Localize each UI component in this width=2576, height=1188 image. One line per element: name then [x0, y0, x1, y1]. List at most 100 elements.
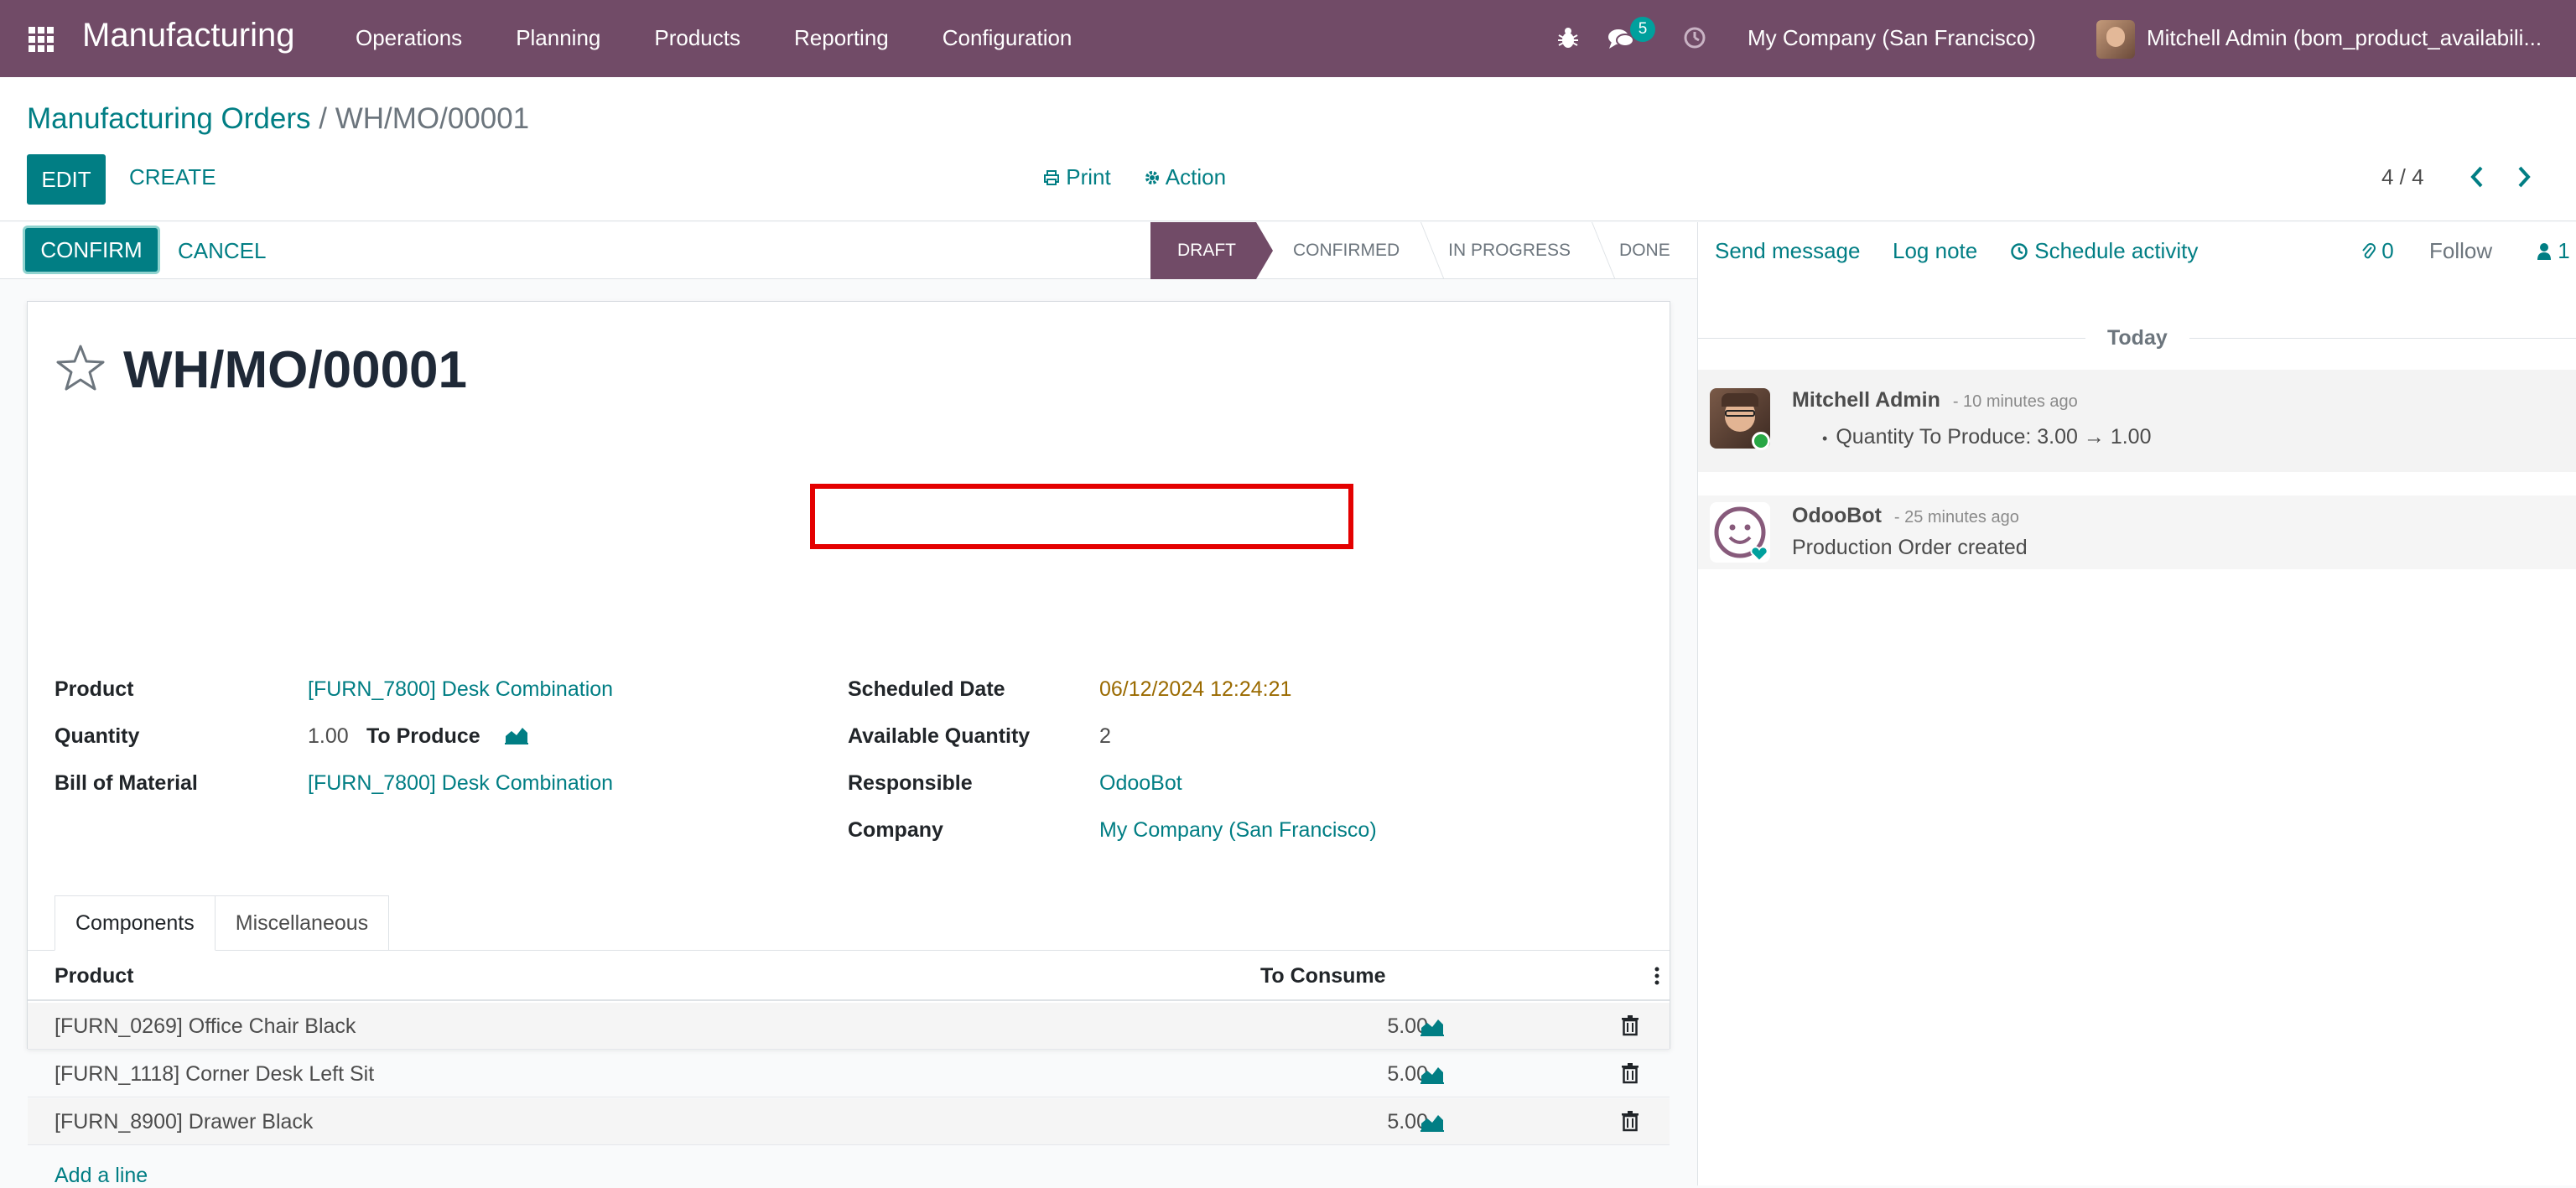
- message-author-line: Mitchell Admin - 10 minutes ago: [1792, 388, 2078, 412]
- forecast-chart-icon[interactable]: [1420, 1064, 1445, 1084]
- stage-draft: DRAFT: [1150, 222, 1273, 279]
- send-message-button[interactable]: Send message: [1715, 238, 1860, 264]
- activity-clock-icon[interactable]: [1682, 20, 1707, 57]
- log-note-button[interactable]: Log note: [1893, 238, 1977, 264]
- create-button[interactable]: CREATE: [129, 164, 216, 190]
- breadcrumb: Manufacturing Orders / WH/MO/00001: [27, 102, 529, 136]
- status-bar: CONFIRM CANCEL DRAFT CONFIRMED IN PROGRE…: [0, 222, 1697, 279]
- print-button[interactable]: Print: [1043, 164, 1111, 190]
- company-field[interactable]: My Company (San Francisco): [1099, 818, 1377, 843]
- action-button[interactable]: Action: [1144, 164, 1226, 190]
- chatter-message: OdooBot - 25 minutes ago Production Orde…: [1698, 495, 2576, 569]
- user-menu[interactable]: Mitchell Admin (bom_product_availabili..…: [2147, 25, 2549, 51]
- gear-icon: [1145, 171, 1159, 184]
- table-row[interactable]: [FURN_1118] Corner Desk Left Sit 5.00: [28, 1051, 1670, 1097]
- available-quantity-label: Available Quantity: [848, 724, 1031, 748]
- message-body: Production Order created: [1792, 536, 2028, 559]
- quantity-field[interactable]: 1.00: [308, 724, 349, 749]
- pager-previous-icon[interactable]: [2467, 164, 2487, 189]
- follow-button[interactable]: Follow: [2429, 238, 2492, 264]
- delete-trash-icon[interactable]: [1621, 1062, 1639, 1084]
- row-to-consume[interactable]: 5.00: [1311, 1110, 1428, 1134]
- breadcrumb-parent[interactable]: Manufacturing Orders: [27, 102, 310, 135]
- tab-components[interactable]: Components: [55, 895, 216, 951]
- product-label: Product: [55, 677, 134, 701]
- message-author[interactable]: OdooBot: [1792, 504, 1882, 527]
- column-to-consume[interactable]: To Consume: [1260, 964, 1386, 988]
- scheduled-date-label: Scheduled Date: [848, 677, 1005, 701]
- responsible-field[interactable]: OdooBot: [1099, 771, 1182, 796]
- menu-products[interactable]: Products: [654, 25, 740, 51]
- row-product[interactable]: [FURN_8900] Drawer Black: [55, 1110, 313, 1134]
- message-author[interactable]: Mitchell Admin: [1792, 388, 1940, 412]
- bom-label: Bill of Material: [55, 771, 198, 795]
- app-title[interactable]: Manufacturing: [82, 17, 294, 54]
- form-sheet: WH/MO/00001 Product [FURN_7800] Desk Com…: [27, 301, 1670, 1187]
- tab-miscellaneous[interactable]: Miscellaneous: [215, 895, 390, 951]
- paperclip-icon: [2362, 243, 2376, 259]
- online-status-dot: [1752, 432, 1770, 450]
- attachments-count: 0: [2381, 238, 2394, 263]
- row-product[interactable]: [FURN_0269] Office Chair Black: [55, 1014, 356, 1039]
- breadcrumb-current: WH/MO/00001: [335, 102, 530, 135]
- print-icon: [1044, 170, 1059, 185]
- chatter-topbar: Send message Log note Schedule activity …: [1698, 222, 2576, 279]
- edit-button[interactable]: EDIT: [27, 154, 106, 205]
- add-line-link[interactable]: Add a line: [55, 1164, 148, 1188]
- apps-menu-icon[interactable]: [29, 27, 54, 52]
- delete-trash-icon[interactable]: [1621, 1014, 1639, 1036]
- message-author-line: OdooBot - 25 minutes ago: [1792, 504, 2019, 528]
- bom-field[interactable]: [FURN_7800] Desk Combination: [308, 771, 613, 796]
- menu-reporting[interactable]: Reporting: [794, 25, 889, 51]
- message-date: - 10 minutes ago: [1952, 392, 2078, 411]
- message-date: - 25 minutes ago: [1893, 508, 2019, 527]
- forecast-chart-icon[interactable]: [504, 724, 529, 744]
- responsible-label: Responsible: [848, 771, 973, 795]
- pager-next-icon[interactable]: [2514, 164, 2534, 189]
- components-table-header: Product To Consume: [28, 951, 1670, 1001]
- attachments-button[interactable]: 0: [2360, 238, 2394, 264]
- menu-configuration[interactable]: Configuration: [943, 25, 1072, 51]
- debug-bug-icon[interactable]: [1556, 20, 1580, 57]
- row-product[interactable]: [FURN_1118] Corner Desk Left Sit: [55, 1062, 374, 1087]
- print-label: Print: [1066, 164, 1111, 189]
- followers-button[interactable]: 1: [2537, 238, 2570, 264]
- delete-trash-icon[interactable]: [1621, 1110, 1639, 1132]
- followers-count: 1: [2558, 238, 2570, 263]
- company-switcher[interactable]: My Company (San Francisco): [1748, 25, 2036, 51]
- forecast-chart-icon[interactable]: [1420, 1016, 1445, 1036]
- messages-count-badge: 5: [1630, 17, 1655, 42]
- forecast-chart-icon[interactable]: [1420, 1112, 1445, 1132]
- cancel-button[interactable]: CANCEL: [178, 238, 266, 264]
- table-row[interactable]: [FURN_0269] Office Chair Black 5.00: [28, 1003, 1670, 1050]
- tracking-value: • Quantity To Produce: 3.00 → 1.00: [1822, 425, 2152, 449]
- stage-confirmed[interactable]: CONFIRMED: [1256, 222, 1420, 279]
- stage-done[interactable]: DONE: [1591, 222, 1690, 279]
- schedule-activity-button[interactable]: Schedule activity: [2010, 238, 2198, 264]
- record-title: WH/MO/00001: [123, 341, 468, 399]
- pager-value[interactable]: 4 / 4: [2381, 164, 2424, 190]
- top-menu: Operations Planning Products Reporting C…: [356, 25, 1125, 51]
- favorite-star-icon[interactable]: [55, 342, 106, 394]
- stage-in-progress[interactable]: IN PROGRESS: [1420, 222, 1591, 279]
- row-to-consume[interactable]: 5.00: [1311, 1014, 1428, 1039]
- user-icon: [2537, 243, 2551, 260]
- stage-pipeline: DRAFT CONFIRMED IN PROGRESS DONE: [1150, 222, 1690, 279]
- message-body: Quantity To Produce: 3.00 → 1.00: [1836, 425, 2152, 449]
- confirm-button[interactable]: CONFIRM: [25, 228, 158, 272]
- top-navbar: Manufacturing Operations Planning Produc…: [0, 0, 2576, 77]
- table-row[interactable]: [FURN_8900] Drawer Black 5.00: [28, 1098, 1670, 1145]
- form-view: CONFIRM CANCEL DRAFT CONFIRMED IN PROGRE…: [0, 222, 1697, 1187]
- notebook-tabs: Components Miscellaneous: [55, 895, 390, 951]
- row-to-consume[interactable]: 5.00: [1311, 1062, 1428, 1087]
- column-product[interactable]: Product: [55, 964, 133, 988]
- highlight-annotation-box: [810, 484, 1353, 549]
- scheduled-date-field[interactable]: 06/12/2024 12:24:21: [1099, 677, 1291, 702]
- breadcrumb-separator: /: [319, 102, 327, 135]
- quantity-label: Quantity: [55, 724, 140, 748]
- optional-columns-icon[interactable]: [1654, 966, 1659, 986]
- user-avatar[interactable]: [2096, 20, 2135, 59]
- product-field[interactable]: [FURN_7800] Desk Combination: [308, 677, 613, 702]
- menu-operations[interactable]: Operations: [356, 25, 462, 51]
- menu-planning[interactable]: Planning: [516, 25, 600, 51]
